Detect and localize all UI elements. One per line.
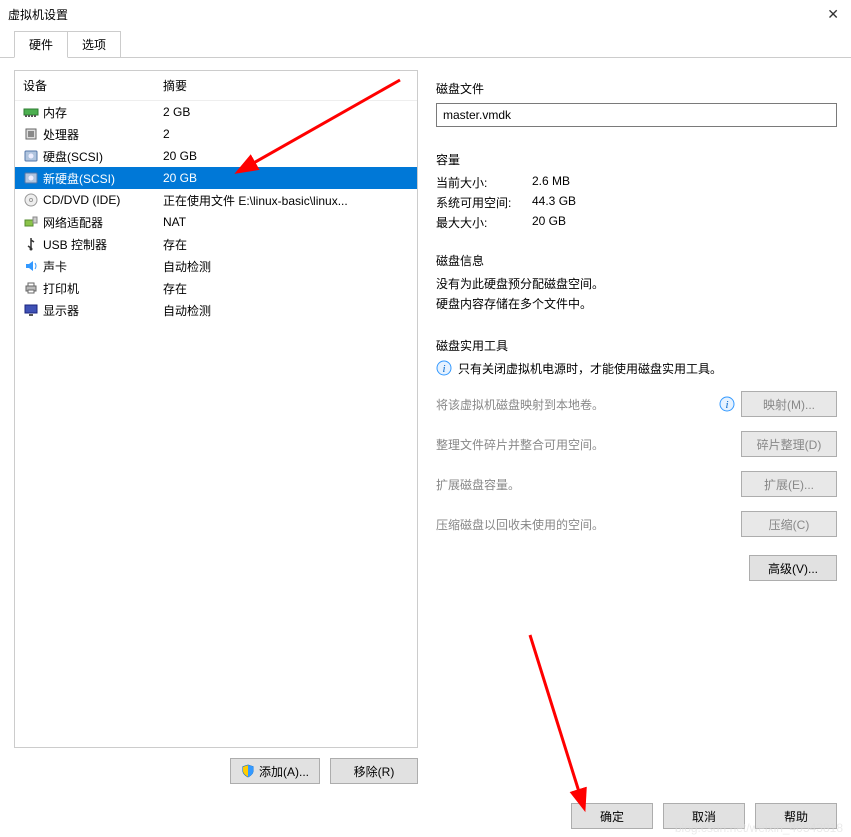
disk-icon xyxy=(23,148,39,164)
usb-icon xyxy=(23,236,39,252)
hardware-summary: 20 GB xyxy=(163,149,417,163)
current-size-row: 当前大小: 2.6 MB xyxy=(436,174,837,191)
compact-desc: 压缩磁盘以回收未使用的空间。 xyxy=(436,516,604,533)
hardware-name: 内存 xyxy=(43,104,163,121)
header-device: 设备 xyxy=(23,77,163,94)
hardware-name: 新硬盘(SCSI) xyxy=(43,170,163,187)
diskinfo-label: 磁盘信息 xyxy=(436,252,837,269)
display-icon xyxy=(23,302,39,318)
max-size-value: 20 GB xyxy=(532,214,566,231)
diskfile-input[interactable] xyxy=(436,103,837,127)
hardware-name: CD/DVD (IDE) xyxy=(43,193,163,207)
expand-button: 扩展(E)... xyxy=(741,471,837,497)
hardware-summary: NAT xyxy=(163,215,417,229)
hardware-row[interactable]: 网络适配器NAT xyxy=(15,211,417,233)
shield-icon xyxy=(241,764,255,778)
map-desc: 将该虚拟机磁盘映射到本地卷。 xyxy=(436,396,604,413)
disk-icon xyxy=(23,170,39,186)
hardware-summary: 自动检测 xyxy=(163,302,417,319)
hardware-name: 处理器 xyxy=(43,126,163,143)
hardware-name: 网络适配器 xyxy=(43,214,163,231)
expand-desc: 扩展磁盘容量。 xyxy=(436,476,520,493)
tab-strip: 硬件 选项 xyxy=(0,28,851,58)
hardware-summary: 存在 xyxy=(163,280,417,297)
printer-icon xyxy=(23,280,39,296)
compact-button: 压缩(C) xyxy=(741,511,837,537)
current-size-label: 当前大小: xyxy=(436,174,532,191)
hardware-summary: 正在使用文件 E:\linux-basic\linux... xyxy=(163,192,417,209)
watermark: blog.csdn.net/weixin_40543818 xyxy=(675,821,843,835)
capacity-label: 容量 xyxy=(436,151,837,168)
remove-button[interactable]: 移除(R) xyxy=(330,758,418,784)
util-note-text: 只有关闭虚拟机电源时，才能使用磁盘实用工具。 xyxy=(458,360,722,377)
cpu-icon xyxy=(23,126,39,142)
hardware-name: 打印机 xyxy=(43,280,163,297)
tab-hardware[interactable]: 硬件 xyxy=(14,31,68,58)
hardware-summary: 2 GB xyxy=(163,105,417,119)
defrag-desc: 整理文件碎片并整合可用空间。 xyxy=(436,436,604,453)
advanced-button[interactable]: 高级(V)... xyxy=(749,555,837,581)
max-size-label: 最大大小: xyxy=(436,214,532,231)
hardware-row[interactable]: 打印机存在 xyxy=(15,277,417,299)
hardware-row[interactable]: CD/DVD (IDE)正在使用文件 E:\linux-basic\linux.… xyxy=(15,189,417,211)
free-space-value: 44.3 GB xyxy=(532,194,576,211)
defrag-button: 碎片整理(D) xyxy=(741,431,837,457)
hardware-name: 声卡 xyxy=(43,258,163,275)
map-button: 映射(M)... xyxy=(741,391,837,417)
header-summary: 摘要 xyxy=(163,77,417,94)
free-space-label: 系统可用空间: xyxy=(436,194,532,211)
hardware-name: 硬盘(SCSI) xyxy=(43,148,163,165)
ok-button[interactable]: 确定 xyxy=(571,803,653,829)
svg-text:i: i xyxy=(725,399,728,411)
tab-options[interactable]: 选项 xyxy=(67,31,121,57)
diskinfo-text-2: 硬盘内容存储在多个文件中。 xyxy=(436,295,837,312)
close-icon[interactable]: ✕ xyxy=(827,6,839,23)
hardware-row[interactable]: 显示器自动检测 xyxy=(15,299,417,321)
hardware-row[interactable]: 硬盘(SCSI)20 GB xyxy=(15,145,417,167)
hardware-name: USB 控制器 xyxy=(43,236,163,253)
svg-text:i: i xyxy=(442,363,445,375)
memory-icon xyxy=(23,104,39,120)
info-icon: i xyxy=(719,396,735,412)
hardware-list-body: 内存2 GB处理器2硬盘(SCSI)20 GB新硬盘(SCSI)20 GBCD/… xyxy=(15,101,417,321)
add-button[interactable]: 添加(A)... xyxy=(230,758,320,784)
titlebar: 虚拟机设置 ✕ xyxy=(0,0,851,28)
hardware-summary: 2 xyxy=(163,127,417,141)
current-size-value: 2.6 MB xyxy=(532,174,570,191)
hardware-row[interactable]: 处理器2 xyxy=(15,123,417,145)
diskfile-label: 磁盘文件 xyxy=(436,80,837,97)
hardware-row[interactable]: 声卡自动检测 xyxy=(15,255,417,277)
hardware-row[interactable]: 内存2 GB xyxy=(15,101,417,123)
hardware-summary: 自动检测 xyxy=(163,258,417,275)
net-icon xyxy=(23,214,39,230)
max-size-row: 最大大小: 20 GB xyxy=(436,214,837,231)
hardware-row[interactable]: USB 控制器存在 xyxy=(15,233,417,255)
util-label: 磁盘实用工具 xyxy=(436,337,837,354)
hardware-list: 设备 摘要 内存2 GB处理器2硬盘(SCSI)20 GB新硬盘(SCSI)20… xyxy=(14,70,418,748)
diskinfo-text-1: 没有为此硬盘预分配磁盘空间。 xyxy=(436,275,837,292)
hardware-row[interactable]: 新硬盘(SCSI)20 GB xyxy=(15,167,417,189)
window-title: 虚拟机设置 xyxy=(8,6,68,23)
add-button-label: 添加(A)... xyxy=(259,763,309,780)
sound-icon xyxy=(23,258,39,274)
cd-icon xyxy=(23,192,39,208)
hardware-summary: 存在 xyxy=(163,236,417,253)
hardware-summary: 20 GB xyxy=(163,171,417,185)
info-icon: i xyxy=(436,360,452,376)
hardware-name: 显示器 xyxy=(43,302,163,319)
detail-panel: 磁盘文件 容量 当前大小: 2.6 MB 系统可用空间: 44.3 GB 最大大… xyxy=(436,70,837,784)
free-space-row: 系统可用空间: 44.3 GB xyxy=(436,194,837,211)
hardware-list-header: 设备 摘要 xyxy=(15,71,417,101)
